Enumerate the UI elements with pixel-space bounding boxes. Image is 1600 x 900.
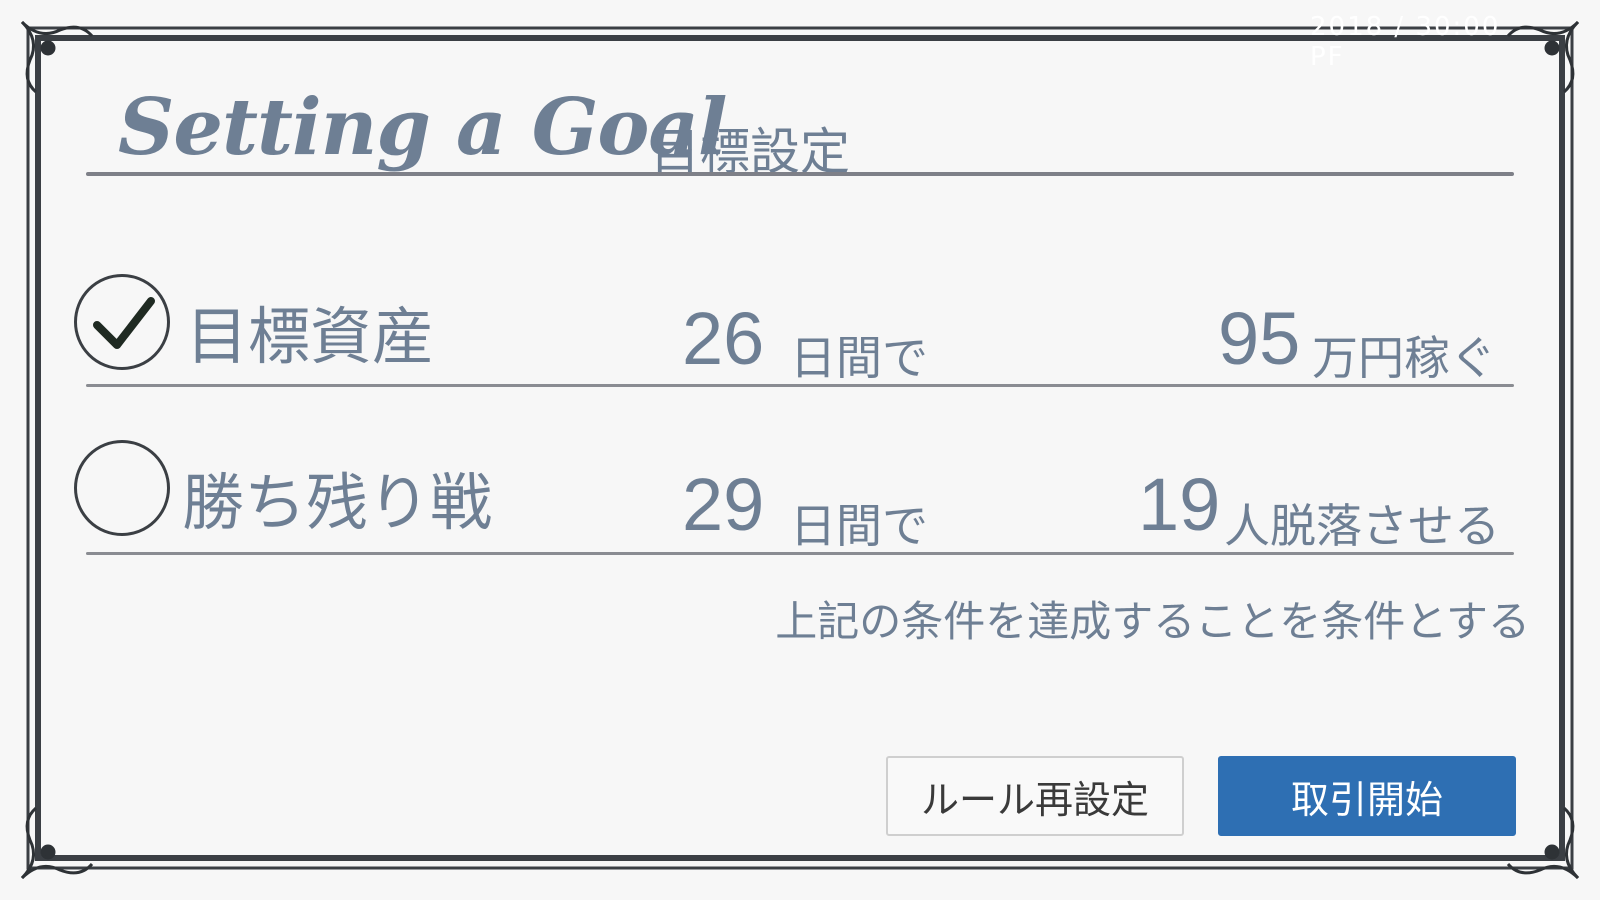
goal-amount-unit-survival: 人脱落させる [1224, 499, 1500, 553]
goal-dialog: 2018 / 30:00 PF Setting a Goal 目標設定 目標資産… [0, 0, 1600, 900]
goal-label-asset: 目標資産 [186, 300, 435, 373]
goal-days-asset: 26 [682, 297, 765, 380]
goal-days-unit-survival: 日間で [790, 499, 928, 553]
row-divider [86, 552, 1514, 555]
start-trading-button[interactable]: 取引開始 [1218, 756, 1516, 836]
goal-label-survival: 勝ち残り戦 [182, 466, 493, 539]
goal-amount-asset: 95 [1218, 297, 1301, 380]
reset-rules-button[interactable]: ルール再設定 [886, 756, 1184, 836]
page-title: Setting a Goal [118, 82, 728, 173]
title-divider [86, 172, 1514, 176]
goal-radio-asset[interactable] [74, 274, 170, 370]
row-divider [86, 384, 1514, 387]
checkmark-icon [93, 297, 155, 349]
goal-days-unit-asset: 日間で [790, 331, 928, 385]
goal-amount-unit-asset: 万円稼ぐ [1312, 331, 1496, 385]
condition-note: 上記の条件を達成することを条件とする [775, 597, 1530, 646]
goal-radio-survival[interactable] [74, 440, 170, 536]
goal-days-survival: 29 [682, 463, 765, 546]
corner-status-text: 2018 / 30:00 PF [1310, 12, 1501, 72]
goal-amount-survival: 19 [1138, 463, 1221, 546]
corner-ornament-icon [20, 20, 94, 94]
